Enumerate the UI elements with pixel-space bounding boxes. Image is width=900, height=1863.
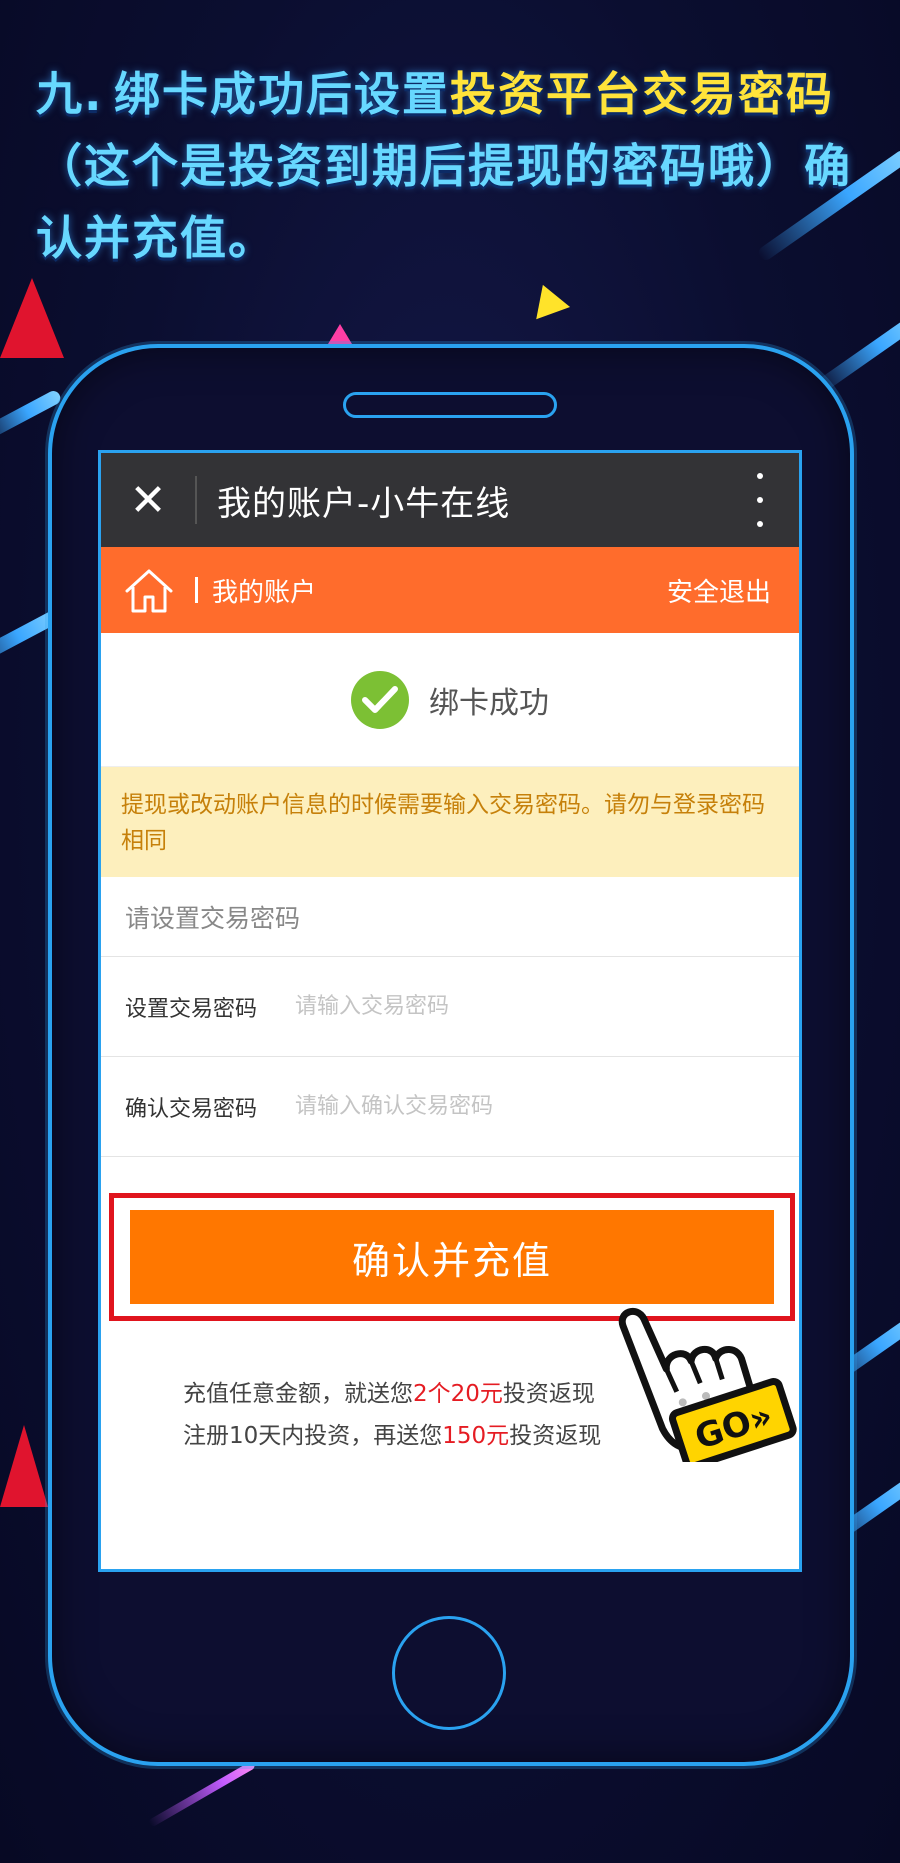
password-label: 设置交易密码 <box>125 996 258 1022</box>
light-streak <box>815 312 900 393</box>
home-icon[interactable] <box>121 565 177 615</box>
browser-titlebar: ✕ 我的账户-小牛在线 <box>101 453 799 547</box>
close-icon[interactable]: ✕ <box>101 453 195 547</box>
logout-link[interactable]: 安全退出 <box>667 572 771 609</box>
check-circle-icon <box>351 670 409 729</box>
red-triangle-decoration <box>0 278 64 358</box>
yellow-triangle-decoration <box>525 278 571 320</box>
confirm-password-row: 确认交易密码 <box>101 1057 799 1157</box>
heading-text: 绑卡成功后设置 <box>114 67 450 121</box>
form-section-title: 请设置交易密码 <box>101 877 799 957</box>
promo-line-1-text: 充值任意金额，就送您 <box>183 1381 413 1407</box>
promo-line-2-suffix: 投资返现 <box>509 1423 602 1449</box>
password-row: 设置交易密码 <box>101 957 799 1057</box>
header-divider <box>195 577 198 603</box>
promo-line-2-text: 注册10天内投资，再送您 <box>183 1423 443 1449</box>
instruction-heading: 九. 绑卡成功后设置投资平台交易密码 （这个是投资到期后提现的密码哦）确认并充值。 <box>36 58 876 274</box>
heading-text-continued: （这个是投资到期后提现的密码哦）确认并充值。 <box>36 139 852 265</box>
red-triangle-decoration <box>0 1425 48 1507</box>
bind-success-banner: 绑卡成功 <box>101 633 799 767</box>
titlebar-divider <box>195 476 197 524</box>
password-input[interactable] <box>295 994 755 1019</box>
success-text: 绑卡成功 <box>429 685 549 721</box>
confirm-password-input[interactable] <box>295 1094 755 1119</box>
header-title: 我的账户 <box>212 577 317 608</box>
password-notice: 提现或改动账户信息的时候需要输入交易密码。请勿与登录密码相同 <box>101 767 799 877</box>
phone-speaker <box>343 392 557 418</box>
heading-highlight: 投资平台交易密码 <box>450 67 834 121</box>
pointing-hand-icon: GO» <box>618 1307 797 1462</box>
phone-home-button <box>392 1616 506 1730</box>
step-number: 九. <box>36 67 104 121</box>
promo-line-1-amount: 2个20元 <box>413 1381 503 1407</box>
light-streak <box>148 1760 256 1828</box>
account-header: 我的账户 安全退出 <box>101 547 799 633</box>
pink-triangle-decoration <box>328 324 352 344</box>
promo-line-1-suffix: 投资返现 <box>502 1381 595 1407</box>
browser-title: 我的账户-小牛在线 <box>217 483 511 524</box>
promo-line-2-amount: 150元 <box>442 1423 510 1449</box>
confirm-password-label: 确认交易密码 <box>125 1096 258 1122</box>
more-options-icon[interactable] <box>745 473 775 527</box>
